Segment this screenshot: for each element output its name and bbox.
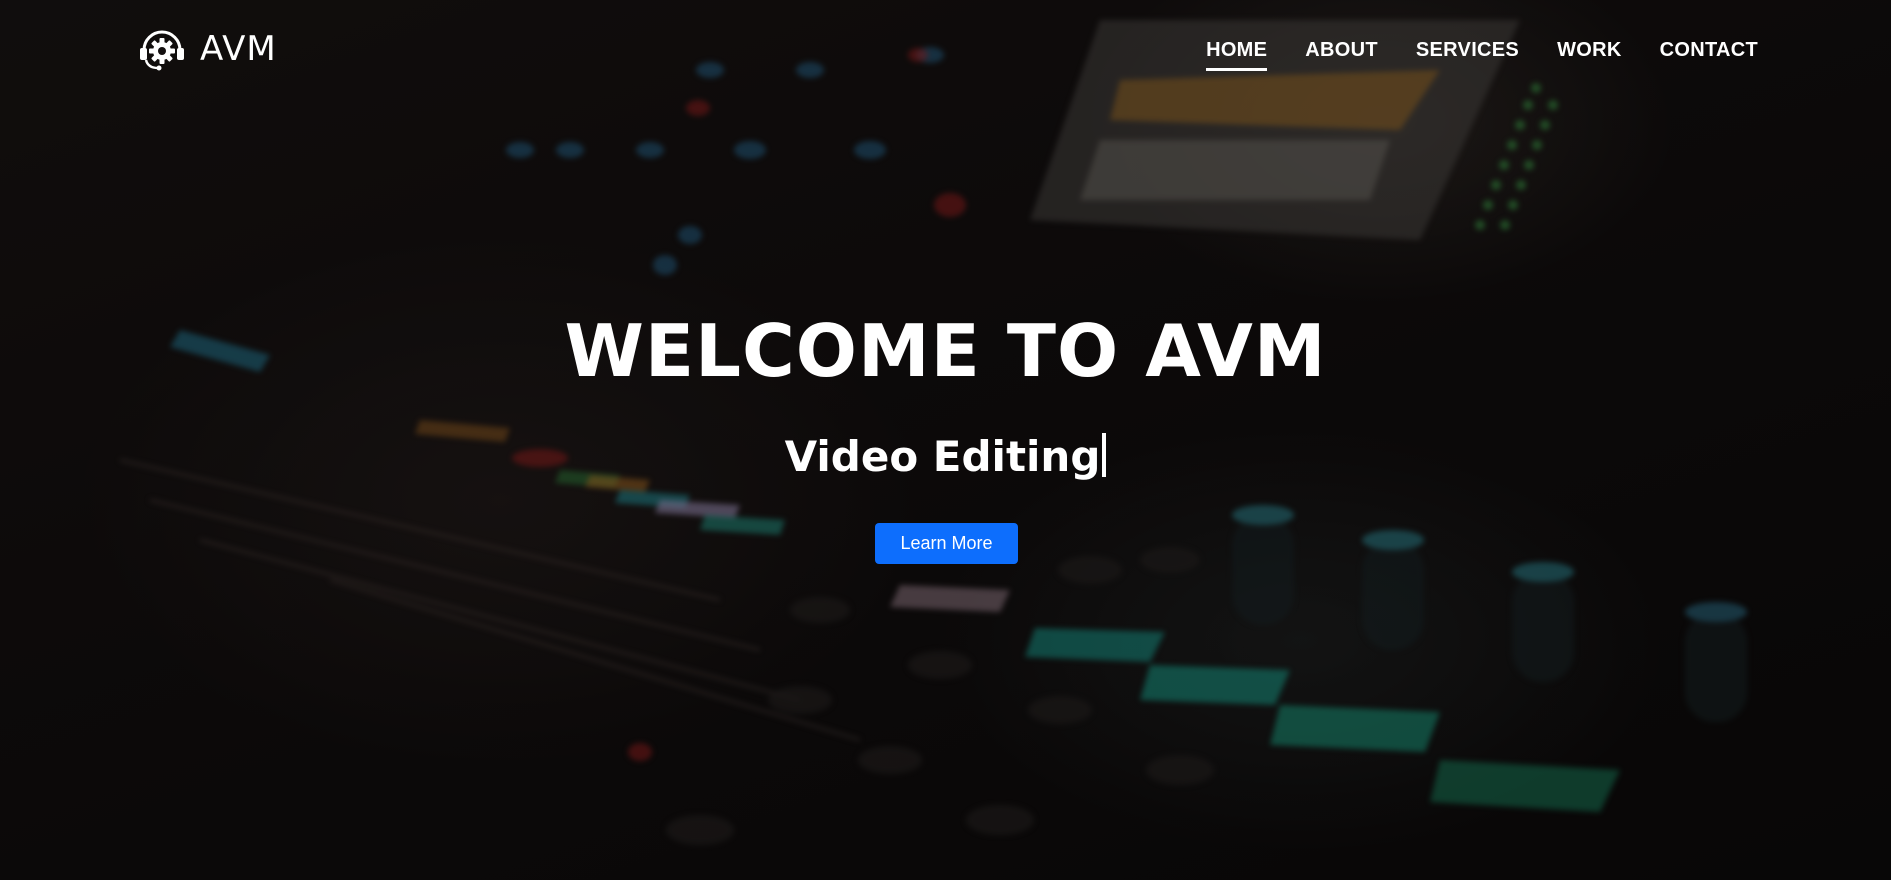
hero-subtitle: Video Editing: [0, 428, 1891, 486]
hero-title: WELCOME TO AVM: [564, 309, 1327, 393]
hero-content: WELCOME TO AVM Video Editing Learn More: [0, 0, 1891, 880]
typing-cursor: [1102, 433, 1107, 477]
learn-more-button[interactable]: Learn More: [875, 523, 1018, 564]
hero-section: AVM HOME ABOUT SERVICES WORK CONTACT WEL…: [0, 0, 1891, 880]
typed-text: Video Editing: [784, 432, 1101, 481]
